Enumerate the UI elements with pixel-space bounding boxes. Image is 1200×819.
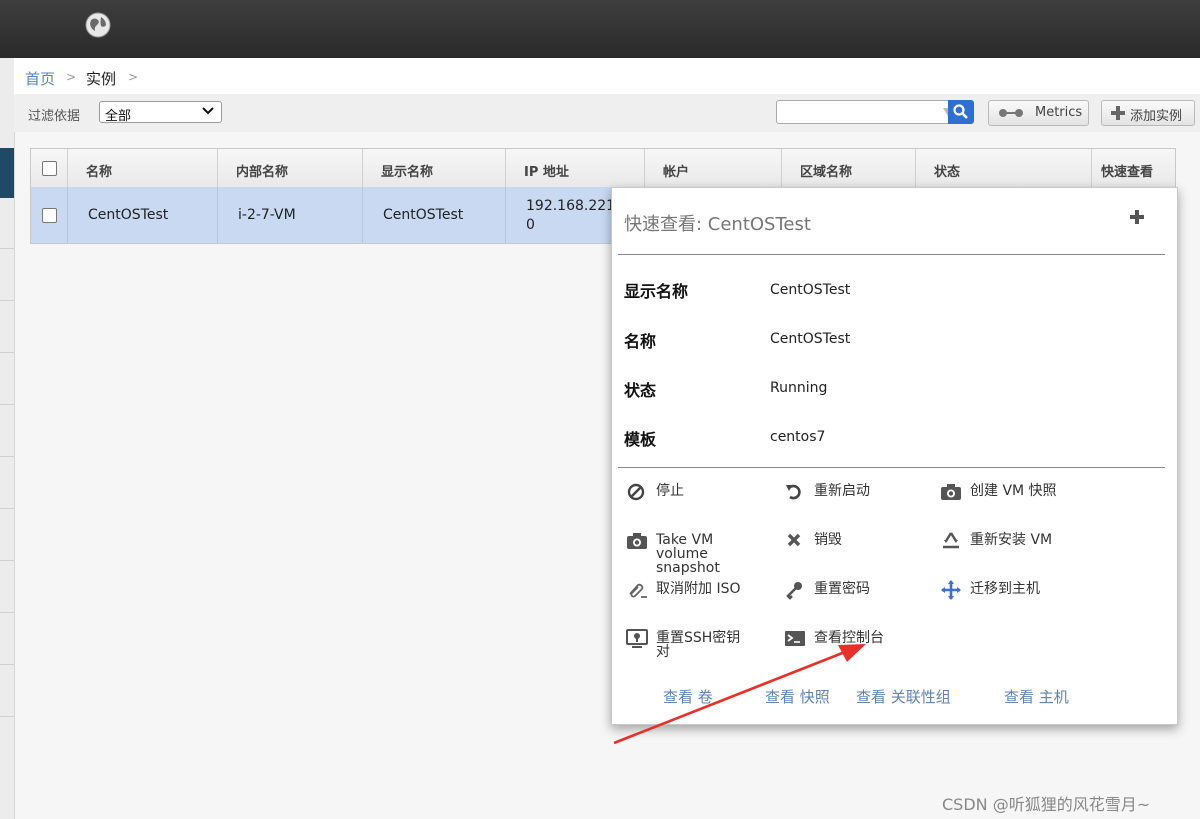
field-value-display-name: CentOSTest xyxy=(770,282,851,298)
paperclip-icon xyxy=(629,583,647,598)
action-detach-iso[interactable]: 取消附加 ISO xyxy=(626,580,766,620)
left-nav-divider xyxy=(0,716,14,717)
left-nav-divider xyxy=(0,300,14,301)
quickview-popup: 快速查看: CentOSTest 显示名称 CentOSTest 名称 Cent… xyxy=(611,187,1178,725)
plus-icon[interactable] xyxy=(1128,208,1146,226)
left-nav-divider xyxy=(0,456,14,457)
watermark: CSDN @听狐狸的风花雪月~ xyxy=(942,795,1151,814)
left-nav-divider xyxy=(0,612,14,613)
select-all-checkbox[interactable] xyxy=(42,161,57,176)
search-button[interactable] xyxy=(948,100,974,124)
filter-selected-value: 全部 xyxy=(105,109,132,124)
field-label-name: 名称 xyxy=(624,332,657,351)
row-checkbox[interactable] xyxy=(42,208,57,223)
left-nav-divider xyxy=(0,664,14,665)
breadcrumb-separator: > xyxy=(66,70,77,84)
console-icon xyxy=(785,631,805,646)
add-instance-label: 添加实例 xyxy=(1130,109,1183,124)
cell-internal-name[interactable]: i-2-7-VM xyxy=(218,187,363,243)
breadcrumb-home-link[interactable]: 首页 xyxy=(25,68,55,89)
left-nav-divider xyxy=(0,560,14,561)
metrics-button-label: Metrics xyxy=(1035,105,1083,120)
field-value-state: Running xyxy=(770,380,828,396)
action-restart[interactable]: 重新启动 xyxy=(784,482,924,522)
cell-name[interactable]: CentOSTest xyxy=(68,187,218,243)
action-create-vm-snapshot[interactable]: 创建 VM 快照 xyxy=(940,482,1110,522)
move-icon xyxy=(941,580,961,600)
link-view-host[interactable]: 查看 主机 xyxy=(1004,686,1069,707)
field-label-display-name: 显示名称 xyxy=(624,282,689,301)
list-toolbar: 过滤依据 全部 Metrics 添加实例 xyxy=(14,94,1200,132)
action-take-volume-snapshot[interactable]: Take VM volume snapshot xyxy=(626,531,766,577)
metrics-button[interactable]: Metrics xyxy=(988,100,1089,126)
action-migrate-to-host[interactable]: 迁移到主机 xyxy=(940,580,1110,620)
header-internal-name[interactable]: 内部名称 xyxy=(218,149,363,187)
field-label-state: 状态 xyxy=(624,381,657,400)
link-view-volumes[interactable]: 查看 卷 xyxy=(663,686,713,707)
breadcrumb-separator: > xyxy=(128,70,139,84)
add-instance-button[interactable]: 添加实例 xyxy=(1101,100,1195,126)
globe-logo-icon[interactable] xyxy=(85,12,111,38)
quickview-title: 快速查看: CentOSTest xyxy=(624,214,811,235)
search-input[interactable] xyxy=(776,100,962,124)
field-value-name: CentOSTest xyxy=(770,331,851,347)
header-quickview[interactable]: 快速查看 xyxy=(1092,149,1175,187)
header-account[interactable]: 帐户 xyxy=(645,149,782,187)
ssh-key-icon xyxy=(626,629,648,648)
field-value-template: centos7 xyxy=(770,429,826,445)
action-reset-password[interactable]: 重置密码 xyxy=(784,580,924,620)
cell-display-name[interactable]: CentOSTest xyxy=(363,187,506,243)
key-icon xyxy=(786,582,802,600)
left-nav-active-marker[interactable] xyxy=(0,148,14,198)
camera-icon xyxy=(627,533,647,549)
action-reset-ssh-key-pair[interactable]: 重置SSH密钥对 xyxy=(626,629,766,669)
divider xyxy=(618,254,1165,255)
stop-icon xyxy=(627,483,645,501)
header-name[interactable]: 名称 xyxy=(68,149,218,187)
row-select-cell xyxy=(31,187,68,243)
action-stop[interactable]: 停止 xyxy=(626,482,766,522)
filter-select[interactable]: 全部 xyxy=(99,101,222,124)
link-view-snapshots[interactable]: 查看 快照 xyxy=(765,686,830,707)
action-reinstall-vm[interactable]: 重新安装 VM xyxy=(940,531,1110,571)
restart-icon xyxy=(786,484,801,500)
left-nav-divider xyxy=(0,352,14,353)
filter-label: 过滤依据 xyxy=(28,109,81,124)
left-nav-divider xyxy=(0,404,14,405)
header-state[interactable]: 状态 xyxy=(916,149,1092,187)
left-nav-strip xyxy=(0,58,15,819)
breadcrumb-current[interactable]: 实例 xyxy=(86,68,116,89)
action-view-console[interactable]: 查看控制台 xyxy=(784,629,924,669)
metrics-icon xyxy=(999,109,1023,117)
action-destroy[interactable]: 销毁 xyxy=(784,531,924,571)
search-icon xyxy=(953,104,968,119)
top-header-bar xyxy=(0,0,1200,58)
close-icon xyxy=(787,533,801,547)
left-nav-divider xyxy=(0,508,14,509)
header-select-all xyxy=(31,149,68,187)
breadcrumb: 首页 > 实例 > xyxy=(14,58,1200,94)
header-display-name[interactable]: 显示名称 xyxy=(363,149,506,187)
recycle-icon xyxy=(943,532,959,549)
table-header: 名称 内部名称 显示名称 IP 地址 帐户 区域名称 状态 快速查看 xyxy=(31,149,1175,188)
chevron-down-icon xyxy=(202,107,214,115)
link-view-affinity-groups[interactable]: 查看 关联性组 xyxy=(856,686,951,707)
header-zone-name[interactable]: 区域名称 xyxy=(782,149,916,187)
divider xyxy=(618,467,1165,468)
camera-icon xyxy=(941,484,961,500)
plus-icon xyxy=(1111,106,1125,120)
field-label-template: 模板 xyxy=(624,430,657,449)
left-nav-divider xyxy=(0,248,14,249)
header-ip-address[interactable]: IP 地址 xyxy=(506,149,645,187)
